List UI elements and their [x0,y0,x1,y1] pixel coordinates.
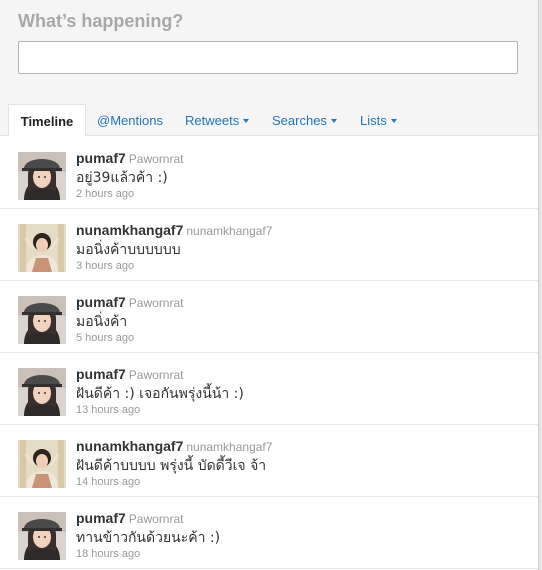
avatar[interactable] [18,296,66,344]
tweet-text: มอนิ่งค้า [76,314,128,330]
tweet-header: nunamkhangaf7 nunamkhangaf7 [76,436,272,455]
tweet-username[interactable]: pumaf7 [76,294,126,310]
tab-retweets[interactable]: Retweets [185,104,250,136]
tweet-username[interactable]: pumaf7 [76,150,126,166]
timeline-tabs: Timeline @Mentions Retweets Searches Lis… [0,104,538,137]
tweet-input[interactable] [18,41,518,74]
tweet-header: nunamkhangaf7 nunamkhangaf7 [76,220,272,239]
tweet-text: ฝันดีค้า :) เจอกันพรุ่งนี้น้า :) [76,386,244,402]
tweet-display-name: Pawornrat [128,512,184,526]
tweet-item[interactable]: nunamkhangaf7 nunamkhangaf7 มอนิ่งค้าบบบบบ… [0,209,538,281]
tab-label: Lists [360,113,387,128]
tweet-item[interactable]: pumaf7 Pawornrat ทานข้าวกันด้วยนะค้า :) 18 … [0,497,538,569]
tweet-username[interactable]: pumaf7 [76,366,126,382]
avatar[interactable] [18,512,66,560]
tweet-header: pumaf7 Pawornrat [76,364,184,383]
tweet-timestamp[interactable]: 14 hours ago [76,476,140,488]
tweet-header: pumaf7 Pawornrat [76,148,184,167]
tweet-text: มอนิ่งค้าบบบบบบ [76,242,181,258]
tweet-timestamp[interactable]: 18 hours ago [76,548,140,560]
tab-label: @Mentions [97,113,163,128]
tweet-header: pumaf7 Pawornrat [76,292,184,311]
tab-timeline[interactable]: Timeline [8,104,86,137]
tab-searches[interactable]: Searches [272,104,337,136]
tweet-text: อยู่39แล้วค้า :) [76,170,168,186]
chevron-down-icon [243,119,250,123]
tweet-display-name: Pawornrat [128,296,184,310]
tweet-username[interactable]: nunamkhangaf7 [76,438,183,454]
tweet-display-name: Pawornrat [128,368,184,382]
tweet-item[interactable]: pumaf7 Pawornrat มอนิ่งค้า 5 hours ago [0,281,538,353]
tweet-text: ฝันดีค้าบบบบ พรุ่งนี้ บัดดี้วีเจ จ้า [76,458,267,474]
avatar[interactable] [18,224,66,272]
tweet-timestamp[interactable]: 2 hours ago [76,188,134,200]
avatar[interactable] [18,368,66,416]
tweet-display-name: nunamkhangaf7 [186,224,273,238]
tweet-header: pumaf7 Pawornrat [76,508,184,527]
chevron-down-icon [390,119,397,123]
tweet-username[interactable]: pumaf7 [76,510,126,526]
tab-lists[interactable]: Lists [360,104,397,136]
tweet-item[interactable]: pumaf7 Pawornrat อยู่39แล้วค้า :) 2 hours a… [0,137,538,209]
tweet-username[interactable]: nunamkhangaf7 [76,222,183,238]
scrollbar[interactable] [538,0,542,570]
composer-title: What’s happening? [18,11,184,31]
avatar[interactable] [18,152,66,200]
tab-label: Searches [272,113,327,128]
tweet-item[interactable]: pumaf7 Pawornrat ฝันดีค้า :) เจอกันพรุ่งนี… [0,353,538,425]
tweet-display-name: nunamkhangaf7 [186,440,273,454]
avatar[interactable] [18,440,66,488]
tweet-timestamp[interactable]: 3 hours ago [76,260,134,272]
tweet-timestamp[interactable]: 5 hours ago [76,332,134,344]
tab-label: Timeline [20,114,74,129]
tab-label: Retweets [185,113,240,128]
tweet-item[interactable]: nunamkhangaf7 nunamkhangaf7 ฝันดีค้าบบบบ พ… [0,425,538,497]
tab-mentions[interactable]: @Mentions [97,104,163,136]
tweet-composer: What’s happening? [0,0,538,104]
tweet-text: ทานข้าวกันด้วยนะค้า :) [76,530,221,546]
tweet-timestamp[interactable]: 13 hours ago [76,404,140,416]
chevron-down-icon [330,119,337,123]
tweet-display-name: Pawornrat [128,152,184,166]
